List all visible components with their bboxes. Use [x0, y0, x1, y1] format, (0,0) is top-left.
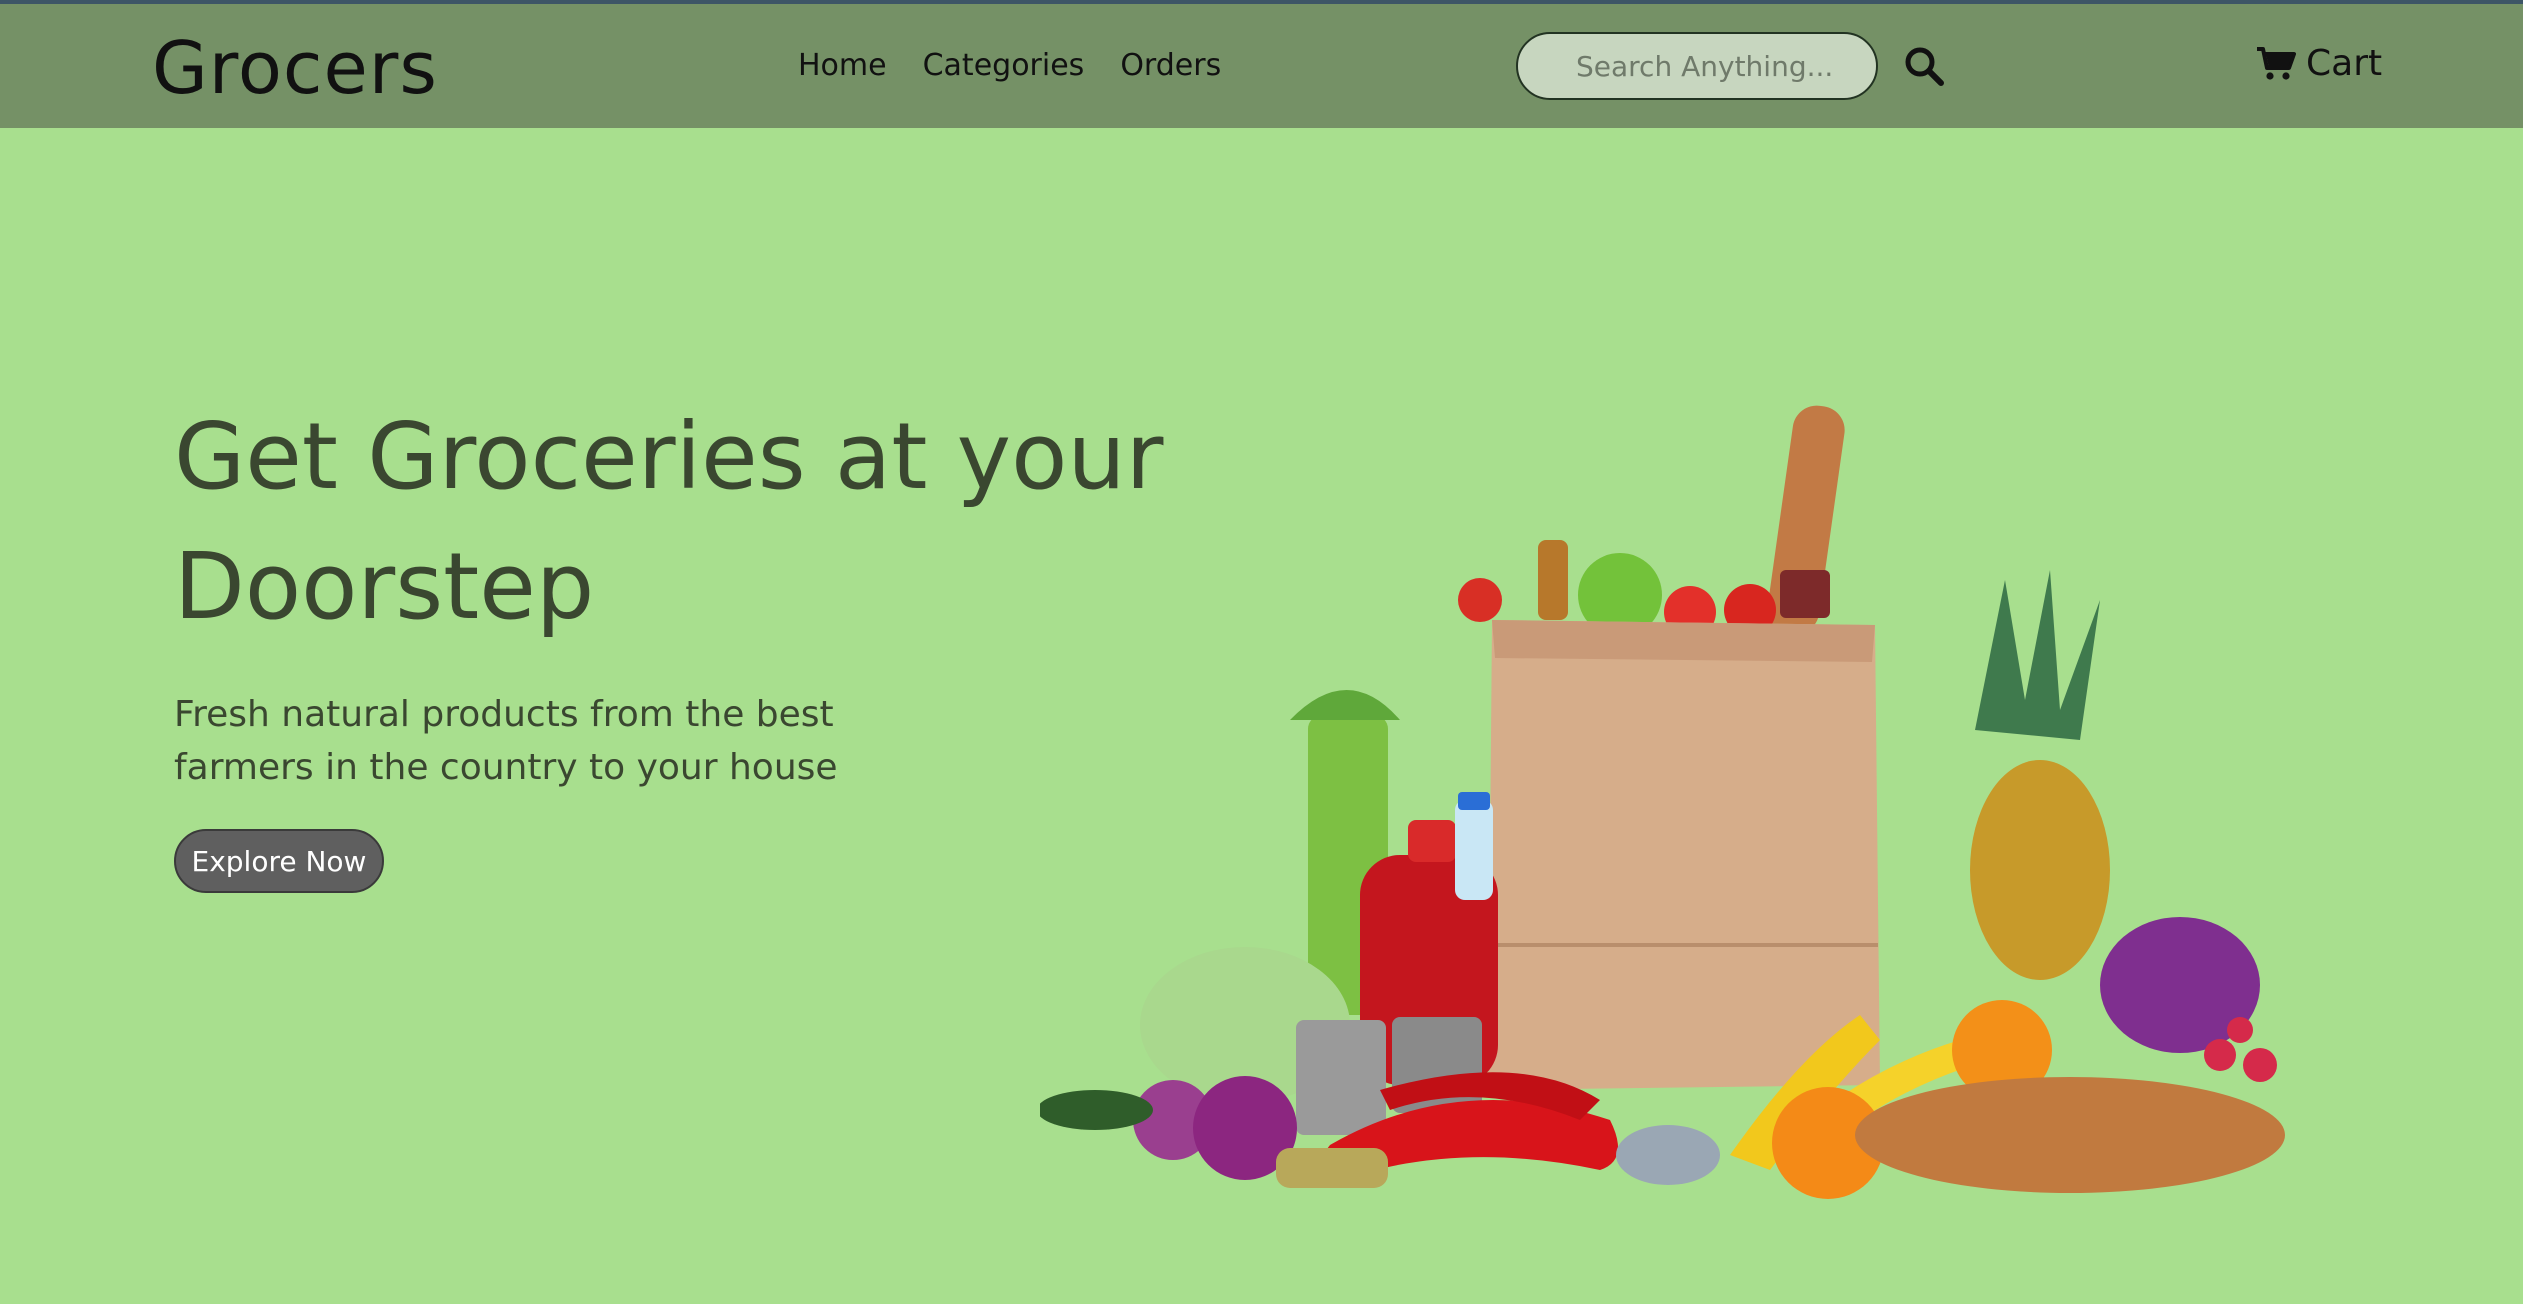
hero-subtitle-line-1: Fresh natural products from the best	[174, 694, 834, 735]
hero-title: Get Groceries at your Doorstep	[174, 403, 1164, 640]
cart-icon	[2257, 47, 2296, 80]
cart-link[interactable]: Cart	[2256, 40, 2382, 88]
search-icon	[1905, 47, 1944, 86]
nav-home-link[interactable]: Home	[798, 46, 887, 86]
top-navbar: Grocers Home Categories Orders Cart	[0, 4, 2523, 128]
cart-label: Cart	[2306, 43, 2383, 84]
hero-subtitle: Fresh natural products from the best far…	[174, 688, 894, 794]
nav-orders-link[interactable]: Orders	[1120, 46, 1221, 86]
grocery-bag-illustration	[1040, 405, 2285, 1199]
main-nav: Home Categories Orders	[798, 46, 1221, 86]
search-button[interactable]	[1902, 44, 1946, 88]
hero-subtitle-line-2: farmers in the country to your house	[174, 747, 838, 788]
brand-logo[interactable]: Grocers	[152, 28, 438, 108]
search-input[interactable]	[1516, 32, 1878, 100]
explore-now-button[interactable]: Explore Now	[174, 829, 384, 893]
nav-categories-link[interactable]: Categories	[923, 46, 1085, 86]
